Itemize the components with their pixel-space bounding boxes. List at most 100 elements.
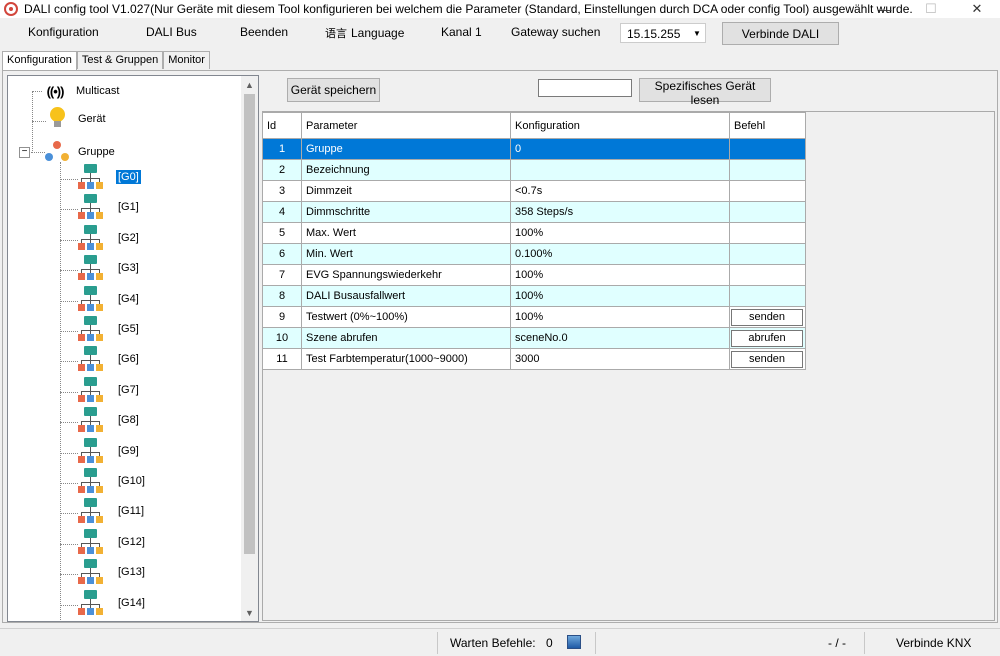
cell-konfiguration[interactable]: 100% bbox=[510, 222, 730, 244]
tree-node-group[interactable]: [G3] bbox=[78, 255, 141, 281]
minimize-button[interactable]: — bbox=[862, 0, 908, 18]
read-device-button[interactable]: Spezifisches Gerät lesen bbox=[639, 78, 771, 107]
collapse-icon[interactable]: − bbox=[19, 147, 30, 158]
scroll-up-icon[interactable]: ▲ bbox=[241, 76, 258, 93]
maximize-button[interactable]: ☐ bbox=[908, 0, 954, 18]
table-row[interactable]: 11 Test Farbtemperatur(1000~9000) 3000 send… bbox=[262, 348, 806, 370]
network-group-icon bbox=[78, 468, 104, 494]
column-header-konfiguration[interactable]: Konfiguration bbox=[510, 112, 730, 139]
cell-konfiguration[interactable]: 0.100% bbox=[510, 243, 730, 265]
table-row[interactable]: 8 DALI Busausfallwert 100% bbox=[262, 285, 806, 307]
menu-dali-bus[interactable]: DALI Bus bbox=[146, 25, 197, 39]
cell-parameter: Szene abrufen bbox=[301, 327, 511, 349]
menu-language[interactable]: 语言 Language bbox=[325, 25, 404, 41]
table-row[interactable]: 2 Bezeichnung bbox=[262, 159, 806, 181]
cell-befehl: senden bbox=[729, 348, 806, 370]
tree-node-group[interactable]: [G8] bbox=[78, 407, 141, 433]
app-icon bbox=[4, 2, 18, 16]
table-row[interactable]: 5 Max. Wert 100% bbox=[262, 222, 806, 244]
tree-node-group[interactable]: [G4] bbox=[78, 285, 141, 312]
tree-connector bbox=[60, 574, 78, 576]
tree-node-group[interactable]: [G2] bbox=[78, 224, 141, 250]
tree-node-group[interactable]: [G12] bbox=[78, 528, 147, 555]
tree-node-group[interactable]: [G6] bbox=[78, 346, 141, 372]
connect-dali-button[interactable]: Verbinde DALI bbox=[722, 22, 839, 45]
cell-konfiguration[interactable]: <0.7s bbox=[510, 180, 730, 202]
abrufen-button[interactable]: abrufen bbox=[731, 329, 803, 347]
device-tree[interactable]: ((•)) Multicast Gerät − Gruppe [G0] [G1] [… bbox=[7, 75, 259, 622]
tree-node-group[interactable]: [G5] bbox=[78, 316, 141, 341]
tab-monitor[interactable]: Monitor bbox=[163, 51, 210, 69]
column-header-parameter[interactable]: Parameter bbox=[301, 112, 511, 139]
cell-konfiguration[interactable]: 100% bbox=[510, 264, 730, 286]
column-header-befehl[interactable]: Befehl bbox=[729, 112, 806, 139]
menu-gateway-suchen[interactable]: Gateway suchen bbox=[511, 25, 600, 39]
senden-button[interactable]: senden bbox=[731, 350, 803, 368]
cell-id: 3 bbox=[262, 180, 302, 202]
status-bar: Warten Befehle: 0 - / - Verbinde KNX bbox=[0, 628, 1000, 656]
cell-konfiguration[interactable]: 358 Steps/s bbox=[510, 201, 730, 223]
cell-parameter: Bezeichnung bbox=[301, 159, 511, 181]
tree-connector bbox=[60, 239, 78, 241]
tree-connector bbox=[60, 331, 78, 332]
table-row[interactable]: 1 Gruppe 0 bbox=[262, 138, 806, 160]
tab-konfiguration[interactable]: Konfiguration bbox=[2, 51, 77, 70]
tree-label-group: [G6] bbox=[118, 353, 139, 366]
network-group-icon bbox=[78, 528, 104, 555]
cell-id: 10 bbox=[262, 327, 302, 349]
tree-node-group[interactable]: [G14] bbox=[78, 589, 147, 615]
tree-node-group[interactable]: [G1] bbox=[78, 194, 141, 220]
table-row[interactable]: 3 Dimmzeit <0.7s bbox=[262, 180, 806, 202]
device-address-input[interactable] bbox=[538, 79, 632, 97]
dropdown-arrow-icon[interactable]: ▼ bbox=[689, 24, 705, 42]
tree-connector bbox=[60, 483, 78, 484]
cell-parameter: Min. Wert bbox=[301, 243, 511, 265]
tree-label-group: [G4] bbox=[118, 292, 139, 305]
tree-node-group[interactable]: [G11] bbox=[78, 498, 146, 524]
table-row[interactable]: 9 Testwert (0%~100%) 100% senden bbox=[262, 306, 806, 328]
cell-konfiguration[interactable]: 100% bbox=[510, 306, 730, 328]
table-row[interactable]: 6 Min. Wert 0.100% bbox=[262, 243, 806, 265]
save-device-button[interactable]: Gerät speichern bbox=[287, 78, 380, 102]
tree-node-group[interactable]: [G9] bbox=[78, 437, 141, 463]
scroll-down-icon[interactable]: ▼ bbox=[241, 604, 258, 621]
tree-label-group: [G3] bbox=[118, 262, 139, 275]
close-button[interactable]: ✕ bbox=[954, 0, 1000, 18]
table-row[interactable]: 10 Szene abrufen sceneNo.0 abrufen bbox=[262, 327, 806, 349]
network-group-icon bbox=[78, 285, 104, 312]
tree-node-multicast[interactable]: ((•)) Multicast bbox=[42, 80, 121, 102]
column-header-id[interactable]: Id bbox=[262, 112, 302, 139]
tree-node-group[interactable]: [G10] bbox=[78, 468, 147, 494]
tree-node-group[interactable]: [G13] bbox=[78, 559, 147, 585]
cell-parameter: DALI Busausfallwert bbox=[301, 285, 511, 307]
gateway-ip-select[interactable]: 15.15.255 ▼ bbox=[620, 23, 706, 43]
menu-beenden[interactable]: Beenden bbox=[240, 25, 288, 39]
cell-konfiguration[interactable]: 100% bbox=[510, 285, 730, 307]
cell-konfiguration[interactable] bbox=[510, 159, 730, 181]
scroll-thumb[interactable] bbox=[244, 94, 255, 554]
tree-label-geraet: Gerät bbox=[78, 113, 106, 125]
cell-id: 4 bbox=[262, 201, 302, 223]
menu-bar: Konfiguration DALI Bus Beenden 语言 Languag… bbox=[0, 19, 1000, 48]
tree-connector bbox=[31, 152, 45, 153]
tree-connector bbox=[60, 270, 78, 272]
tree-node-geraet[interactable]: Gerät bbox=[46, 107, 108, 130]
cell-konfiguration[interactable]: 3000 bbox=[510, 348, 730, 370]
tree-scrollbar[interactable]: ▲ ▼ bbox=[241, 76, 258, 621]
tree-node-gruppe[interactable]: Gruppe bbox=[44, 141, 117, 163]
tree-node-group[interactable]: [G7] bbox=[78, 376, 141, 403]
cell-befehl bbox=[729, 222, 806, 244]
senden-button[interactable]: senden bbox=[731, 308, 803, 326]
menu-kanal[interactable]: Kanal 1 bbox=[441, 25, 482, 39]
cell-konfiguration[interactable]: sceneNo.0 bbox=[510, 327, 730, 349]
tab-test-gruppen[interactable]: Test & Gruppen bbox=[76, 51, 164, 69]
cell-konfiguration[interactable]: 0 bbox=[510, 138, 730, 160]
menu-konfiguration[interactable]: Konfiguration bbox=[28, 25, 99, 39]
table-row[interactable]: 7 EVG Spannungswiederkehr 100% bbox=[262, 264, 806, 286]
tree-node-group[interactable]: [G0] bbox=[78, 164, 141, 189]
pending-commands-count: 0 bbox=[546, 636, 553, 650]
tree-label-group: [G7] bbox=[118, 383, 139, 396]
status-separator bbox=[864, 632, 865, 654]
network-group-icon bbox=[78, 376, 104, 403]
table-row[interactable]: 4 Dimmschritte 358 Steps/s bbox=[262, 201, 806, 223]
